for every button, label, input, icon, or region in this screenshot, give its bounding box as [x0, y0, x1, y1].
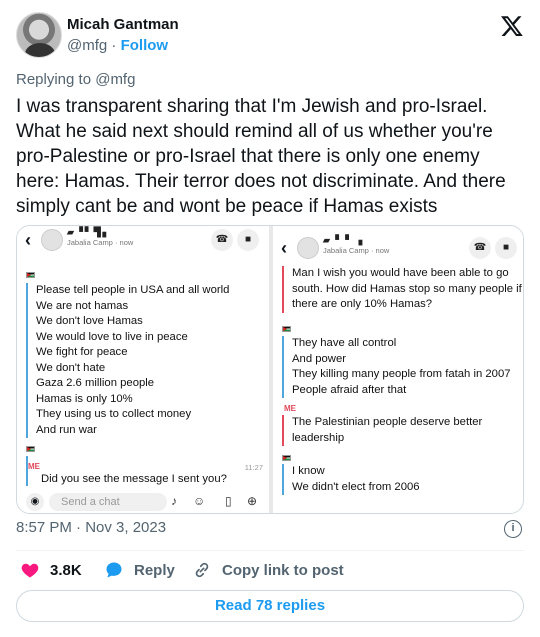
author-handle[interactable]: @mfg [67, 37, 107, 54]
message-block [26, 456, 36, 486]
replying-to: Replying to @mfg [16, 71, 136, 88]
message-line: there are only 10% Hamas? [292, 298, 433, 310]
message-line: Gaza 2.6 million people [36, 377, 155, 389]
palestine-flag-icon [26, 446, 35, 452]
camera-icon: ◉ [26, 493, 44, 511]
message-line: Please tell people in USA and all world [36, 284, 230, 296]
message-time: 11:27 [244, 463, 263, 472]
back-chevron-icon: ‹ [25, 230, 31, 250]
me-label: ME [284, 404, 296, 413]
heart-icon [21, 563, 39, 578]
palestine-flag-icon [282, 455, 291, 461]
video-icon: ■ [495, 237, 517, 259]
reply-bubble-icon [106, 562, 122, 578]
reply-label: Reply [134, 561, 175, 579]
back-chevron-icon: ‹ [281, 238, 287, 258]
chat-screenshot-right: ‹ ▰▝ ▘ ▖ Jabalia Camp · now ☎ ■ Man I wi… [273, 226, 523, 513]
reply-button[interactable]: Reply [104, 560, 175, 580]
x-logo-icon[interactable] [500, 14, 524, 38]
chat-screenshot-left: ‹ ▰▝▘▜▖ Jabalia Camp · now ☎ ■ Please te… [17, 226, 269, 513]
message-line: And run war [36, 423, 97, 436]
cards-icon: ▯ [225, 494, 232, 508]
message-line: We didn't elect from 2006 [292, 480, 420, 493]
contact-name-redacted-icon: ▰▝▘▜▖ [67, 227, 112, 237]
message-block: They have all control And power They kil… [282, 336, 511, 398]
dot-separator: · [111, 37, 117, 54]
author-handle-line: @mfg · Follow [67, 37, 168, 54]
author-avatar[interactable] [16, 12, 62, 58]
like-count: 3.8K [50, 561, 82, 579]
message-line: leadership [292, 431, 345, 444]
link-icon [195, 562, 209, 578]
chat-topbar: ‹ ▰▝▘▜▖ Jabalia Camp · now ☎ ■ [17, 226, 269, 256]
message-line: They using us to collect money [36, 408, 192, 420]
message-line: I know [292, 465, 325, 477]
read-replies-button[interactable]: Read 78 replies [16, 590, 524, 622]
tweet-timestamp[interactable]: 8:57 PM · Nov 3, 2023 [16, 519, 166, 536]
message-line: We don't love Hamas [36, 315, 143, 327]
sticker-icon: ☺ [193, 494, 206, 508]
message-block: I know We didn't elect from 2006 [282, 464, 420, 495]
video-icon: ■ [237, 229, 259, 251]
message-line: We fight for peace [36, 346, 128, 358]
phone-icon: ☎ [211, 229, 233, 251]
divider [16, 550, 524, 551]
contact-name-redacted-icon: ▰▝ ▘ ▖ [323, 235, 368, 245]
message-block: The Palestinian people deserve better le… [282, 415, 482, 446]
contact-location: Jabalia Camp · now [323, 246, 390, 255]
follow-button[interactable]: Follow [121, 37, 169, 54]
chat-compose-bar: ◉ Send a chat ♪ ☺ ▯ ⊕ [17, 491, 269, 513]
message-line: And power [292, 352, 347, 365]
contact-location: Jabalia Camp · now [67, 238, 134, 247]
phone-icon: ☎ [469, 237, 491, 259]
message-line: Man I wish you would have been able to g… [292, 267, 509, 279]
palestine-flag-icon [282, 326, 291, 332]
like-button[interactable]: 3.8K [20, 560, 82, 580]
message-line: We would love to live in peace [36, 330, 188, 343]
chat-topbar: ‹ ▰▝ ▘ ▖ Jabalia Camp · now ☎ ■ [273, 234, 523, 264]
info-icon[interactable]: i [504, 520, 522, 538]
author-name[interactable]: Micah Gantman [67, 16, 179, 33]
message-line: We don't hate [36, 361, 106, 374]
message-line: People afraid after that [292, 383, 407, 396]
message-line: They have all control [292, 337, 397, 349]
tweet-media[interactable]: ‹ ▰▝▘▜▖ Jabalia Camp · now ☎ ■ Please te… [16, 225, 524, 514]
mic-icon: ♪ [171, 494, 177, 508]
contact-avatar [297, 237, 319, 259]
message-block: Man I wish you would have been able to g… [282, 266, 522, 313]
message-line: The Palestinian people deserve better [292, 416, 483, 428]
message-block: Please tell people in USA and all world … [26, 283, 229, 438]
send-chat-input: Send a chat [49, 493, 167, 511]
copy-link-label: Copy link to post [222, 561, 344, 579]
plus-icon: ⊕ [247, 494, 258, 508]
message-line: We are not hamas [36, 299, 129, 312]
message-line: They killing many people from fatah in 2… [292, 368, 511, 380]
me-message: Did you see the message I sent you? [41, 473, 227, 485]
palestine-flag-icon [26, 272, 35, 278]
copy-link-button[interactable]: Copy link to post [192, 560, 344, 580]
contact-avatar [41, 229, 63, 251]
message-line: south. How did Hamas stop so many people… [292, 282, 522, 295]
tweet-header: Micah Gantman @mfg · Follow [16, 12, 524, 60]
message-line: Hamas is only 10% [36, 392, 133, 405]
me-label: ME [28, 462, 40, 471]
tweet-text: I was transparent sharing that I'm Jewis… [16, 96, 506, 217]
